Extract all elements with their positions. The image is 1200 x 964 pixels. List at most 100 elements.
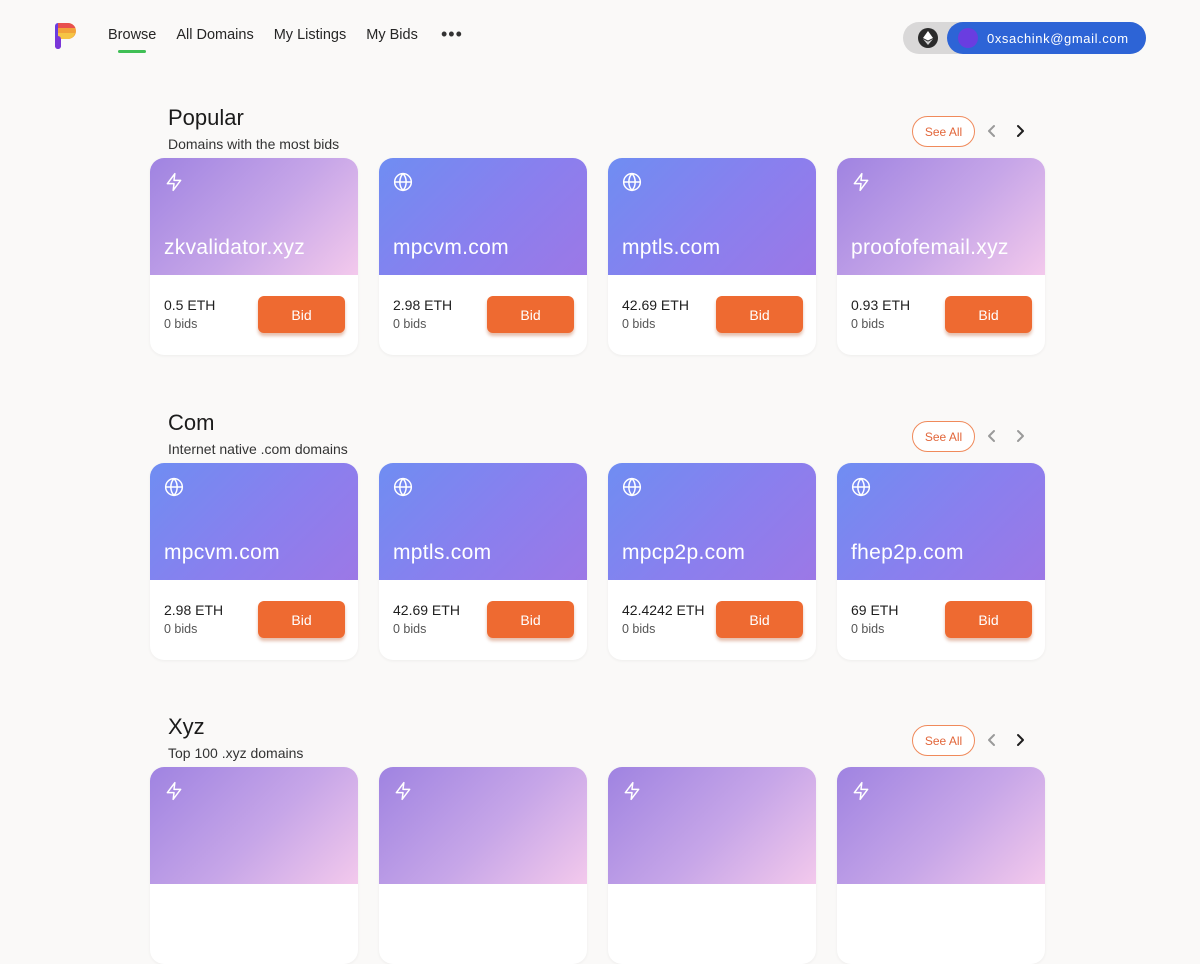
domain-card-row: zkvalidator.xyz 0.5 ETH 0 bids Bid mpcvm.com…: [150, 158, 1048, 355]
domain-price: 69 ETH: [851, 602, 899, 618]
globe-icon: [393, 172, 413, 192]
domain-card-footer: 42.69 ETH 0 bids Bid: [379, 580, 587, 660]
section-title: Com: [168, 410, 215, 435]
domain-card[interactable]: mpcp2p.com 42.4242 ETH 0 bids Bid: [608, 463, 816, 660]
domain-card-footer: 2.98 ETH 0 bids Bid: [150, 580, 358, 660]
domain-name: fhep2p.com: [851, 541, 964, 564]
zap-icon: [164, 781, 184, 801]
avatar: [958, 28, 978, 48]
domain-name: mpcvm.com: [393, 236, 509, 259]
domain-card[interactable]: mptls.com 42.69 ETH 0 bids Bid: [608, 158, 816, 355]
domain-price: 2.98 ETH: [164, 602, 224, 618]
domain-name: mpcp2p.com: [622, 541, 746, 564]
nav-my-listings[interactable]: My Listings: [274, 26, 347, 44]
account-email: 0xsachink@gmail.com: [987, 30, 1129, 46]
domain-card[interactable]: [837, 767, 1045, 964]
domain-card-footer: [379, 884, 587, 964]
chevron-right-icon[interactable]: [1010, 426, 1030, 446]
domain-card[interactable]: proofofemail.xyz 0.93 ETH 0 bids Bid: [837, 158, 1045, 355]
chevron-left-icon[interactable]: [982, 730, 1002, 750]
bid-button[interactable]: Bid: [258, 601, 345, 638]
domain-card-footer: 42.69 ETH 0 bids Bid: [608, 275, 816, 355]
domain-price: 0.93 ETH: [851, 297, 911, 313]
domain-card-row: mpcvm.com 2.98 ETH 0 bids Bid mptls.com 42.69…: [150, 463, 1048, 660]
bid-button[interactable]: Bid: [945, 296, 1032, 333]
domain-card-banner: proofofemail.xyz: [837, 158, 1045, 275]
domain-card[interactable]: zkvalidator.xyz 0.5 ETH 0 bids Bid: [150, 158, 358, 355]
domain-card-banner: [379, 767, 587, 884]
domain-card-banner: mpcvm.com: [379, 158, 587, 275]
chevron-left-icon[interactable]: [982, 121, 1002, 141]
chevron-right-icon[interactable]: [1010, 121, 1030, 141]
globe-icon: [622, 477, 642, 497]
bid-count: 0 bids: [164, 622, 198, 636]
domain-card-banner: zkvalidator.xyz: [150, 158, 358, 275]
account-widget: 0xsachink@gmail.com: [903, 22, 1146, 54]
domain-card[interactable]: fhep2p.com 69 ETH 0 bids Bid: [837, 463, 1045, 660]
section-title: Xyz: [168, 714, 205, 739]
domain-card[interactable]: mpcvm.com 2.98 ETH 0 bids Bid: [150, 463, 358, 660]
domain-price: 42.69 ETH: [622, 297, 689, 313]
domain-card-footer: [150, 884, 358, 964]
domain-name: proofofemail.xyz: [851, 236, 1009, 259]
main-nav: Browse All Domains My Listings My Bids: [108, 26, 418, 53]
bid-button[interactable]: Bid: [487, 601, 574, 638]
nav-browse[interactable]: Browse: [108, 26, 156, 53]
domain-card-footer: 42.4242 ETH 0 bids Bid: [608, 580, 816, 660]
account-button[interactable]: 0xsachink@gmail.com: [947, 22, 1146, 54]
bid-count: 0 bids: [164, 317, 198, 331]
zap-icon: [393, 781, 413, 801]
domain-card[interactable]: [379, 767, 587, 964]
domain-name: mptls.com: [393, 541, 492, 564]
top-navigation-bar: Browse All Domains My Listings My Bids •…: [0, 0, 1200, 72]
bid-button[interactable]: Bid: [487, 296, 574, 333]
domain-card[interactable]: [608, 767, 816, 964]
domain-card-footer: 0.93 ETH 0 bids Bid: [837, 275, 1045, 355]
globe-icon: [622, 172, 642, 192]
domain-name: mptls.com: [622, 236, 721, 259]
domain-card[interactable]: mptls.com 42.69 ETH 0 bids Bid: [379, 463, 587, 660]
more-horizontal-icon[interactable]: •••: [441, 25, 463, 43]
nav-all-domains[interactable]: All Domains: [176, 26, 253, 44]
domain-name: mpcvm.com: [164, 541, 280, 564]
nav-my-bids[interactable]: My Bids: [366, 26, 418, 44]
domain-card-footer: [608, 884, 816, 964]
domain-card-banner: [837, 767, 1045, 884]
domain-card-banner: fhep2p.com: [837, 463, 1045, 580]
bid-count: 0 bids: [393, 622, 427, 636]
domain-card[interactable]: [150, 767, 358, 964]
domain-price: 42.69 ETH: [393, 602, 460, 618]
chevron-right-icon[interactable]: [1010, 730, 1030, 750]
zap-icon: [851, 172, 871, 192]
domain-card-banner: [608, 767, 816, 884]
bid-button[interactable]: Bid: [258, 296, 345, 333]
domain-card-banner: mpcp2p.com: [608, 463, 816, 580]
bid-button[interactable]: Bid: [716, 601, 803, 638]
domain-name: zkvalidator.xyz: [164, 236, 306, 259]
domain-card-footer: 0.5 ETH 0 bids Bid: [150, 275, 358, 355]
see-all-button[interactable]: See All: [912, 116, 975, 147]
see-all-button[interactable]: See All: [912, 725, 975, 756]
ethereum-icon[interactable]: [918, 28, 938, 48]
bid-count: 0 bids: [622, 317, 656, 331]
domain-card-row: [150, 767, 1048, 964]
domain-card-footer: 2.98 ETH 0 bids Bid: [379, 275, 587, 355]
domain-card[interactable]: mpcvm.com 2.98 ETH 0 bids Bid: [379, 158, 587, 355]
domain-price: 42.4242 ETH: [622, 602, 705, 618]
domain-price: 0.5 ETH: [164, 297, 216, 313]
see-all-button[interactable]: See All: [912, 421, 975, 452]
bid-button[interactable]: Bid: [945, 601, 1032, 638]
app-logo-icon[interactable]: [54, 22, 80, 50]
zap-icon: [164, 172, 184, 192]
section-subtitle: Internet native .com domains: [168, 441, 348, 457]
bid-button[interactable]: Bid: [716, 296, 803, 333]
bid-count: 0 bids: [622, 622, 656, 636]
section-title: Popular: [168, 105, 244, 130]
zap-icon: [851, 781, 871, 801]
bid-count: 0 bids: [851, 622, 885, 636]
domain-card-banner: [150, 767, 358, 884]
bid-count: 0 bids: [851, 317, 885, 331]
domain-card-footer: 69 ETH 0 bids Bid: [837, 580, 1045, 660]
chevron-left-icon[interactable]: [982, 426, 1002, 446]
globe-icon: [393, 477, 413, 497]
